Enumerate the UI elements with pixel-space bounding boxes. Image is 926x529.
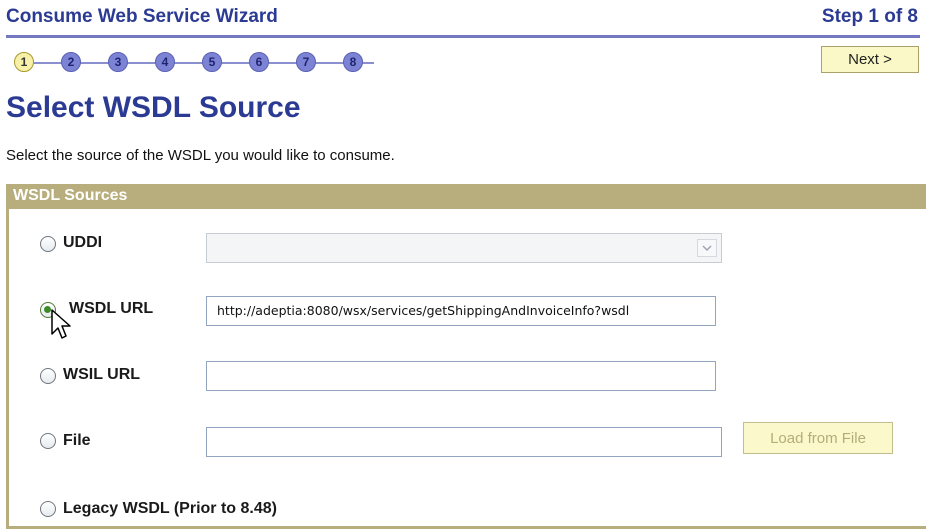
mouse-pointer-icon [51,309,71,339]
step-indicator-label: Step 1 of 8 [821,6,918,27]
wsil-url-radio[interactable] [40,368,56,384]
step-progress-bar: 1 2 3 4 5 6 7 8 [14,51,384,75]
step-6-marker: 6 [249,52,269,72]
legacy-wsdl-radio[interactable] [40,501,56,517]
title-divider [6,35,920,38]
step-5-marker: 5 [202,52,222,72]
file-label: File [63,432,91,449]
instructions-text: Select the source of the WSDL you would … [6,147,395,164]
step-8-marker: 8 [343,52,363,72]
wsil-url-input[interactable] [206,361,716,391]
step-3-marker: 3 [108,52,128,72]
uddi-label: UDDI [63,234,103,251]
legacy-wsdl-label: Legacy WSDL (Prior to 8.48) [63,500,277,517]
chevron-down-icon[interactable] [697,239,717,257]
step-2-marker: 2 [61,52,81,72]
uddi-select[interactable] [206,233,722,263]
wsdl-url-input[interactable]: http://adeptia:8080/wsx/services/getShip… [206,296,716,326]
file-radio[interactable] [40,433,56,449]
load-from-file-button[interactable]: Load from File [743,422,893,454]
wsil-url-label: WSIL URL [63,366,141,383]
next-button[interactable]: Next > [821,46,919,73]
file-path-input[interactable] [206,427,722,457]
step-7-marker: 7 [296,52,316,72]
uddi-radio[interactable] [40,236,56,252]
step-1-marker: 1 [14,52,34,72]
wsdl-url-label: WSDL URL [69,300,154,317]
step-4-marker: 4 [155,52,175,72]
page-title: Select WSDL Source [6,91,301,124]
wizard-title: Consume Web Service Wizard [6,6,278,27]
